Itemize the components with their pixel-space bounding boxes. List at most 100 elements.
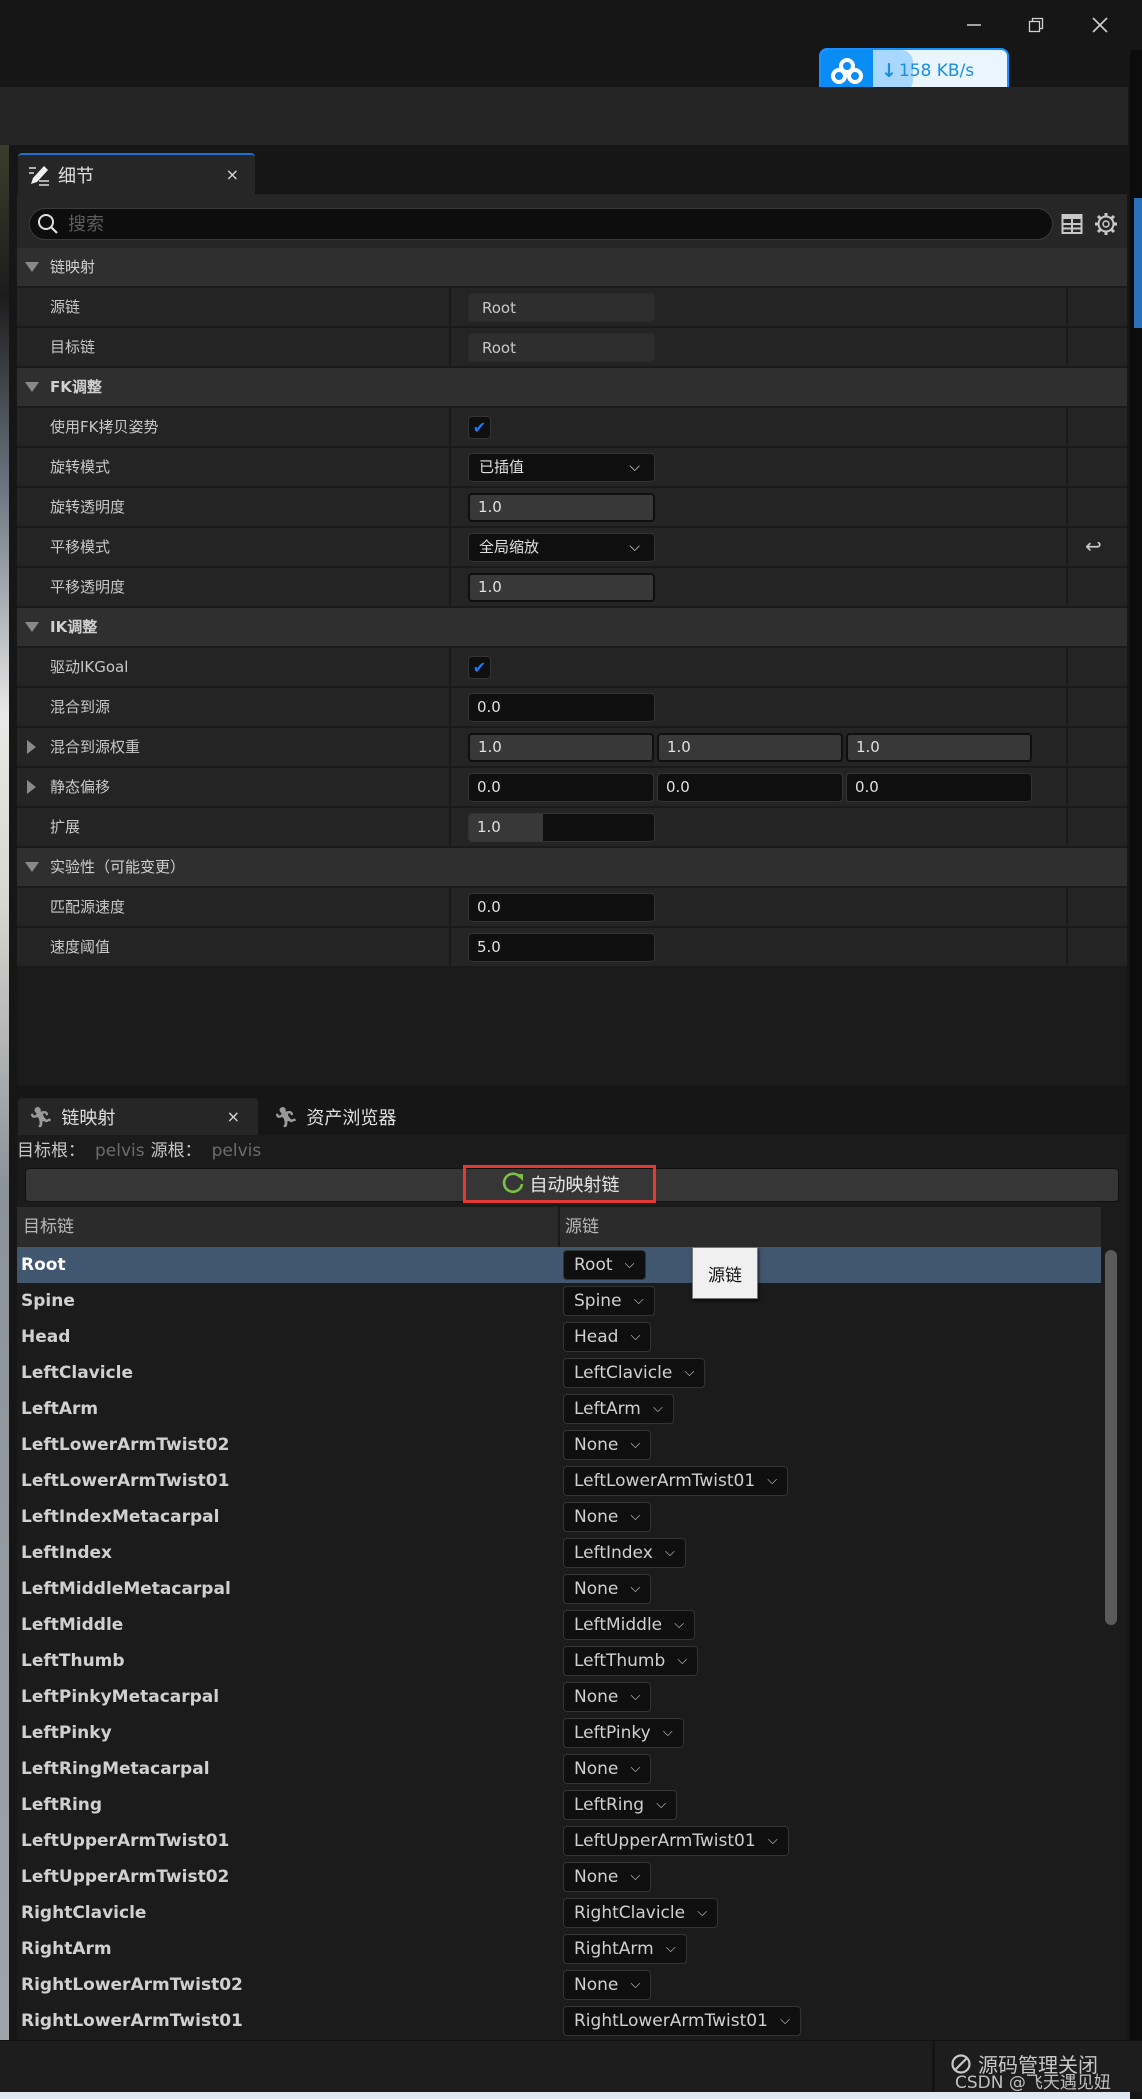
chain-row[interactable]: Head Head ⌵ [17, 1319, 1101, 1355]
chain-row[interactable]: LeftThumb LeftThumb ⌵ [17, 1643, 1101, 1679]
download-arrow-icon: ↓ [881, 60, 897, 82]
translation-mode-dropdown[interactable]: 全局缩放 ⌵ [468, 533, 655, 562]
source-chain-dropdown[interactable]: Root ⌵ [563, 1250, 646, 1280]
tooltip: 源链 [692, 1247, 758, 1299]
chain-row[interactable]: LeftRingMetacarpal None ⌵ [17, 1751, 1101, 1787]
column-header-source-chain[interactable]: 源链 [565, 1207, 599, 1247]
close-window-button[interactable] [1080, 10, 1120, 40]
target-chain-name: LeftRing [21, 1795, 103, 1815]
drive-ik-goal-checkbox[interactable]: ✔ [468, 656, 491, 679]
target-chain-name: Root [21, 1255, 66, 1275]
settings-button[interactable] [1092, 210, 1120, 238]
chain-row[interactable]: LeftRing LeftRing ⌵ [17, 1787, 1101, 1823]
chain-row[interactable]: RightArm RightArm ⌵ [17, 1931, 1101, 1967]
expand-triangle-icon[interactable] [25, 382, 39, 392]
chain-row[interactable]: LeftUpperArmTwist01 LeftUpperArmTwist01 ⌵ [17, 1823, 1101, 1859]
source-chain-dropdown[interactable]: LeftUpperArmTwist01 ⌵ [563, 1826, 789, 1856]
tab-chain-mapping[interactable]: 🏃︎ 链映射 × [18, 1098, 258, 1135]
weight-y-input[interactable]: 1.0 [657, 733, 843, 762]
use-fk-copy-pose-checkbox[interactable]: ✔ [468, 416, 491, 439]
source-chain-dropdown[interactable]: None ⌵ [563, 1970, 652, 2000]
reset-arrow-icon[interactable]: ↩ [1085, 534, 1102, 558]
search-box[interactable] [29, 208, 1053, 240]
rotation-mode-dropdown[interactable]: 已插值 ⌵ [468, 453, 655, 482]
chain-row[interactable]: Root Root ⌵ [17, 1247, 1101, 1283]
auto-map-chains-button[interactable]: 自动映射链 [463, 1165, 656, 1203]
category-ik-adjust[interactable]: IK调整 [17, 608, 1127, 648]
source-chain-dropdown[interactable]: LeftLowerArmTwist01 ⌵ [563, 1466, 789, 1496]
source-chain-dropdown[interactable]: LeftMiddle ⌵ [563, 1610, 696, 1640]
expand-triangle-icon[interactable] [27, 740, 36, 754]
source-chain-dropdown[interactable]: LeftIndex ⌵ [563, 1538, 686, 1568]
tab-details-close-button[interactable]: × [226, 165, 239, 184]
restore-button[interactable] [1016, 10, 1056, 40]
source-chain-dropdown[interactable]: RightLowerArmTwist01 ⌵ [563, 2006, 801, 2036]
tab-asset-browser[interactable]: 🏃︎ 资产浏览器 [267, 1098, 467, 1135]
chain-row[interactable]: LeftUpperArmTwist02 None ⌵ [17, 1859, 1101, 1895]
expand-triangle-icon[interactable] [27, 780, 36, 794]
column-header-target-chain[interactable]: 目标链 [23, 1207, 74, 1247]
source-chain-dropdown[interactable]: RightClavicle ⌵ [563, 1898, 719, 1928]
source-chain-dropdown[interactable]: Head ⌵ [563, 1322, 652, 1352]
weight-x-input[interactable]: 1.0 [468, 733, 654, 762]
category-chain-mapping[interactable]: 链映射 [17, 248, 1127, 288]
property-label: 驱动IKGoal [50, 658, 129, 676]
expand-triangle-icon[interactable] [25, 622, 39, 632]
chain-row[interactable]: LeftPinky LeftPinky ⌵ [17, 1715, 1101, 1751]
match-source-velocity-input[interactable]: 0.0 [468, 893, 655, 922]
tab-details[interactable]: 细节 × [18, 153, 255, 194]
extension-slider[interactable]: 1.0 [468, 813, 655, 842]
chain-row[interactable]: RightLowerArmTwist01 RightLowerArmTwist01… [17, 2003, 1101, 2039]
target-chain-name: RightClavicle [21, 1903, 147, 1923]
source-chain-dropdown[interactable]: RightArm ⌵ [563, 1934, 687, 1964]
velocity-threshold-input[interactable]: 5.0 [468, 933, 655, 962]
offset-z-input[interactable]: 0.0 [846, 773, 1032, 802]
source-chain-dropdown[interactable]: None ⌵ [563, 1754, 652, 1784]
category-fk-adjust[interactable]: FK调整 [17, 368, 1127, 408]
source-chain-dropdown[interactable]: None ⌵ [563, 1502, 652, 1532]
chain-row[interactable]: LeftLowerArmTwist02 None ⌵ [17, 1427, 1101, 1463]
source-chain-dropdown[interactable]: LeftThumb ⌵ [563, 1646, 699, 1676]
chain-row[interactable]: LeftMiddle LeftMiddle ⌵ [17, 1607, 1101, 1643]
chain-row[interactable]: LeftArm LeftArm ⌵ [17, 1391, 1101, 1427]
weight-z-input[interactable]: 1.0 [846, 733, 1032, 762]
source-chain-dropdown[interactable]: None ⌵ [563, 1862, 652, 1892]
column-resize-handle[interactable] [558, 1207, 560, 1247]
source-chain-dropdown[interactable]: None ⌵ [563, 1682, 652, 1712]
expand-triangle-icon[interactable] [25, 862, 39, 872]
chain-row[interactable]: RightClavicle RightClavicle ⌵ [17, 1895, 1101, 1931]
chain-row[interactable]: Spine Spine ⌵ [17, 1283, 1101, 1319]
minimize-button[interactable] [954, 10, 994, 40]
translation-alpha-input[interactable]: 1.0 [468, 573, 655, 602]
category-experimental[interactable]: 实验性（可能变更） [17, 848, 1127, 888]
rotation-alpha-input[interactable]: 1.0 [468, 493, 655, 522]
offset-y-input[interactable]: 0.0 [657, 773, 843, 802]
chain-row[interactable]: LeftLowerArmTwist01 LeftLowerArmTwist01 ⌵ [17, 1463, 1101, 1499]
source-chain-value: None [574, 1975, 619, 1995]
source-chain-dropdown[interactable]: LeftRing ⌵ [563, 1790, 678, 1820]
chain-row[interactable]: LeftIndexMetacarpal None ⌵ [17, 1499, 1101, 1535]
chain-row[interactable]: LeftMiddleMetacarpal None ⌵ [17, 1571, 1101, 1607]
target-chain-name: LeftLowerArmTwist01 [21, 1471, 230, 1491]
chain-row[interactable]: LeftIndex LeftIndex ⌵ [17, 1535, 1101, 1571]
source-chain-value: RightLowerArmTwist01 [574, 2011, 768, 2031]
source-chain-dropdown[interactable]: LeftArm ⌵ [563, 1394, 674, 1424]
chain-table-scrollbar[interactable] [1105, 1250, 1117, 1625]
source-chain-dropdown[interactable]: Spine ⌵ [563, 1286, 655, 1316]
source-chain-dropdown[interactable]: LeftClavicle ⌵ [563, 1358, 706, 1388]
table-view-button[interactable] [1058, 210, 1086, 238]
chain-row[interactable]: RightLowerArmTwist02 None ⌵ [17, 1967, 1101, 2003]
expand-triangle-icon[interactable] [25, 262, 39, 272]
tab-chain-mapping-close-button[interactable]: × [227, 1107, 240, 1126]
search-input[interactable] [68, 213, 968, 235]
source-chain-dropdown[interactable]: None ⌵ [563, 1430, 652, 1460]
property-label: 混合到源 [50, 698, 111, 716]
source-chain-value: LeftRing [574, 1795, 645, 1815]
source-chain-dropdown[interactable]: LeftPinky ⌵ [563, 1718, 684, 1748]
offset-x-input[interactable]: 0.0 [468, 773, 654, 802]
chain-row[interactable]: LeftClavicle LeftClavicle ⌵ [17, 1355, 1101, 1391]
source-chain-dropdown[interactable]: None ⌵ [563, 1574, 652, 1604]
source-chain-value: None [574, 1435, 619, 1455]
blend-to-source-input[interactable]: 0.0 [468, 693, 655, 722]
chain-row[interactable]: LeftPinkyMetacarpal None ⌵ [17, 1679, 1101, 1715]
